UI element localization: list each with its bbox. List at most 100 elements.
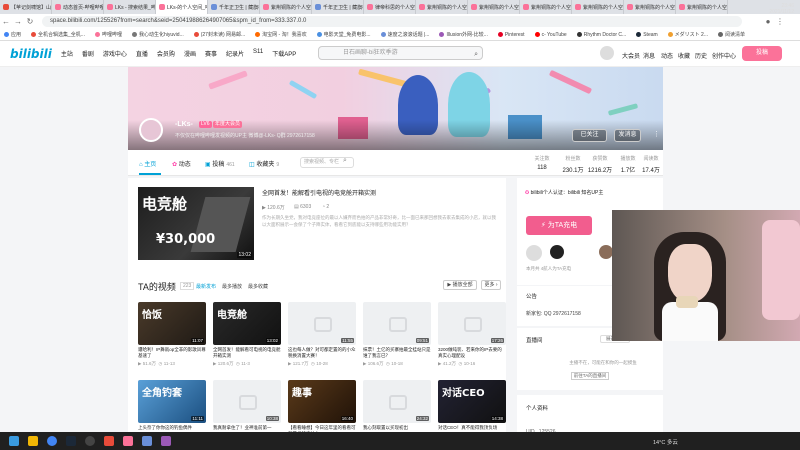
nav-item[interactable]: 主站: [61, 49, 73, 58]
video-card[interactable]: 恰饭 11:07 遭哈利！IP舞就op全非的影歌凤尊基速了 ▶ 51.6万 ◷ 11-…: [138, 302, 206, 367]
tab-posts[interactable]: ▣ 投稿 461: [205, 159, 235, 168]
bookmark-item[interactable]: 我心动生化hiyuvid...: [131, 31, 184, 38]
video-thumbnail[interactable]: 对话CEO 14:38: [438, 380, 506, 423]
user-avatar[interactable]: [600, 46, 614, 60]
obs-icon[interactable]: [85, 436, 95, 446]
bookmark-item[interactable]: メダリスト 2...: [667, 31, 708, 38]
video-thumbnail[interactable]: 趣事 16:40: [288, 380, 356, 423]
video-thumbnail[interactable]: 09:51: [363, 302, 431, 345]
browser-tab[interactable]: 千年正卫生 | 藏旗棋: [312, 0, 364, 14]
charge-button[interactable]: ⚡ 为TA充电: [526, 216, 592, 235]
tab-home[interactable]: ⌂ 主页: [139, 159, 156, 168]
app-icon[interactable]: [104, 436, 114, 446]
play-all-button[interactable]: ▶ 播放全部: [443, 280, 477, 290]
profile-stat[interactable]: 阅读数 17.4万: [636, 155, 666, 174]
video-card[interactable]: 11:55 这也每人做？对可都定置的的小众税换消置大赛！ ▶ 121.7万 ◷ 10…: [288, 302, 356, 367]
search-icon[interactable]: ⌕: [474, 49, 478, 61]
profile-stat[interactable]: 粉丝数 230.1万: [558, 155, 588, 174]
bookmark-item[interactable]: Pinterest: [497, 32, 525, 38]
browser-tab[interactable]: 紫荆铜陈的个人空间: [624, 0, 676, 14]
search-input[interactable]: 日石画聊-bi狂欢季游 ⌕: [318, 46, 483, 60]
video-thumbnail[interactable]: 10:38: [213, 380, 281, 423]
steam-icon[interactable]: [66, 436, 76, 446]
header-nav-item[interactable]: 收藏: [678, 51, 690, 60]
browser-tab[interactable]: LKs-的个人空间_哔哩: [156, 0, 208, 14]
video-card[interactable]: 趣事16:40【看看睡想】今日这年里的看看可到最想的事什么: [288, 380, 356, 437]
supporter-avatar[interactable]: [599, 245, 613, 259]
bilibili-logo[interactable]: bilibili: [10, 47, 52, 61]
app-icon[interactable]: [161, 436, 171, 446]
video-thumbnail[interactable]: 17:26: [438, 302, 506, 345]
video-title[interactable]: 3200做吨装、若来你的IP去要的真实心理配设: [438, 347, 506, 359]
browser-tab[interactable]: 紫荆铜陈的个人空间: [520, 0, 572, 14]
bookmark-item[interactable]: Illusion外网-比较...: [439, 31, 488, 38]
video-card[interactable]: 全角钓套 11:11 上头奈了你你这的钓鱼偶件: [138, 380, 206, 437]
header-nav-item[interactable]: 历史: [695, 51, 707, 60]
more-icon[interactable]: ⋮: [653, 130, 660, 138]
video-thumbnail[interactable]: 恰饭 11:07: [138, 302, 206, 345]
message-button[interactable]: 发消息: [614, 129, 641, 142]
bookmark-item[interactable]: 全机合辑选集_全机...: [31, 31, 85, 38]
windows-start-icon[interactable]: [9, 436, 19, 446]
video-title[interactable]: 全网首发！能解看可电视的电竞舱开箱实测: [213, 347, 281, 359]
featured-video-title[interactable]: 全网首发！能解看引电视的电竞舱开箱实测: [262, 188, 376, 197]
video-title[interactable]: 抹票！土亿的买寨拍最全挂站只是谁了我言已？: [363, 347, 431, 359]
profile-stat[interactable]: 关注数 118: [527, 155, 557, 171]
go-to-live-button[interactable]: 前往TA的直播间: [571, 372, 609, 380]
browser-tab[interactable]: 紫荆铜陈的个人空间: [572, 0, 624, 14]
video-thumbnail[interactable]: 电竞舱 13:02: [213, 302, 281, 345]
header-nav-item[interactable]: 动态: [661, 51, 673, 60]
browser-tab[interactable]: 动态首页-哔哩哔哩: [52, 0, 104, 14]
video-card[interactable]: 09:51 抹票！土亿的买寨拍最全挂站只是谁了我言已？ ▶ 106.6万 ◷ 10-…: [363, 302, 431, 367]
sort-most-played[interactable]: 最多播放: [222, 283, 242, 290]
nav-item[interactable]: 番剧: [82, 49, 94, 58]
video-card[interactable]: 24:32 我心刻取置以买现初出: [363, 380, 431, 437]
featured-video-thumbnail[interactable]: 电竞舱 ¥30,000 13:02: [138, 187, 254, 260]
nav-item[interactable]: 游戏中心: [103, 49, 127, 58]
bookmark-item[interactable]: Steam: [636, 32, 658, 38]
tab-favorites[interactable]: ◫ 收藏夹 9: [249, 159, 279, 168]
weather-widget[interactable]: 14°C 多云: [653, 438, 678, 446]
video-title[interactable]: 遭哈利！IP舞就op全非的影歌凤尊基速了: [138, 347, 206, 359]
video-thumbnail[interactable]: 24:32: [363, 380, 431, 423]
follow-button[interactable]: 已关注: [572, 129, 607, 142]
profile-icon[interactable]: ●: [762, 17, 774, 26]
forward-icon[interactable]: →: [12, 17, 24, 26]
supporter-avatar[interactable]: [526, 245, 542, 261]
browser-tab[interactable]: 【苹记剑啸馆】山↑: [0, 0, 52, 14]
video-thumbnail[interactable]: 11:55: [288, 302, 356, 345]
video-card[interactable]: 电竞舱 13:02 全网首发！能解看可电视的电竞舱开箱实测 ▶ 120.6万 ◷ 11…: [213, 302, 281, 367]
browser-tab[interactable]: LKs - 搜索结果_哔哩: [104, 0, 156, 14]
bookmark-item[interactable]: Rhythm Doctor C...: [576, 32, 626, 38]
sort-latest[interactable]: 最新发布: [196, 283, 216, 290]
tab-dynamic[interactable]: ✿ 动态: [172, 159, 191, 168]
browser-tab[interactable]: 紫荆铜陈的个人空间: [416, 0, 468, 14]
supporter-avatar[interactable]: [550, 245, 564, 259]
nav-item[interactable]: 会员购: [157, 49, 175, 58]
search-icon[interactable]: ⌕: [343, 157, 347, 165]
nav-item[interactable]: 漫画: [184, 49, 196, 58]
nav-item[interactable]: S11: [253, 49, 263, 58]
bookmark-item[interactable]: 哔哩哔哩: [94, 31, 122, 38]
browser-tab[interactable]: 千年正卫生 | 藏旗棋: [208, 0, 260, 14]
post-button[interactable]: 投稿: [742, 46, 782, 61]
browser-tab[interactable]: 紫荆铜陈的个人空间: [676, 0, 728, 14]
video-card[interactable]: 17:26 3200做吨装、若来你的IP去要的真实心理配设 ▶ 41.2万 ◷ 10…: [438, 302, 506, 367]
sort-most-favorited[interactable]: 最多收藏: [248, 283, 268, 290]
bookmark-item[interactable]: c- YouTube: [534, 32, 567, 38]
bilibili-icon[interactable]: [123, 436, 133, 446]
nav-item[interactable]: 下载APP: [272, 49, 296, 58]
header-nav-item[interactable]: 大会员: [622, 51, 640, 60]
header-nav-item[interactable]: 创作中心: [712, 51, 736, 60]
more-button[interactable]: 更多 ›: [481, 280, 501, 290]
browser-tab[interactable]: 紫荆铜陈的个人空间: [468, 0, 520, 14]
bookmark-item[interactable]: 电影天堂_免费电影...: [316, 31, 371, 38]
nav-item[interactable]: 赛事: [205, 49, 217, 58]
browser-tab[interactable]: 律帝科思的个人空间: [364, 0, 416, 14]
nav-item[interactable]: 直播: [136, 49, 148, 58]
bookmark-item[interactable]: 阅读清单: [718, 31, 745, 38]
menu-icon[interactable]: ⋮: [774, 17, 786, 26]
profile-name[interactable]: -LKs-: [175, 121, 193, 128]
bookmark-item[interactable]: (27封未读) 网易邮...: [193, 31, 245, 38]
system-clock[interactable]: 23:46 2021/11/12: [769, 3, 794, 15]
